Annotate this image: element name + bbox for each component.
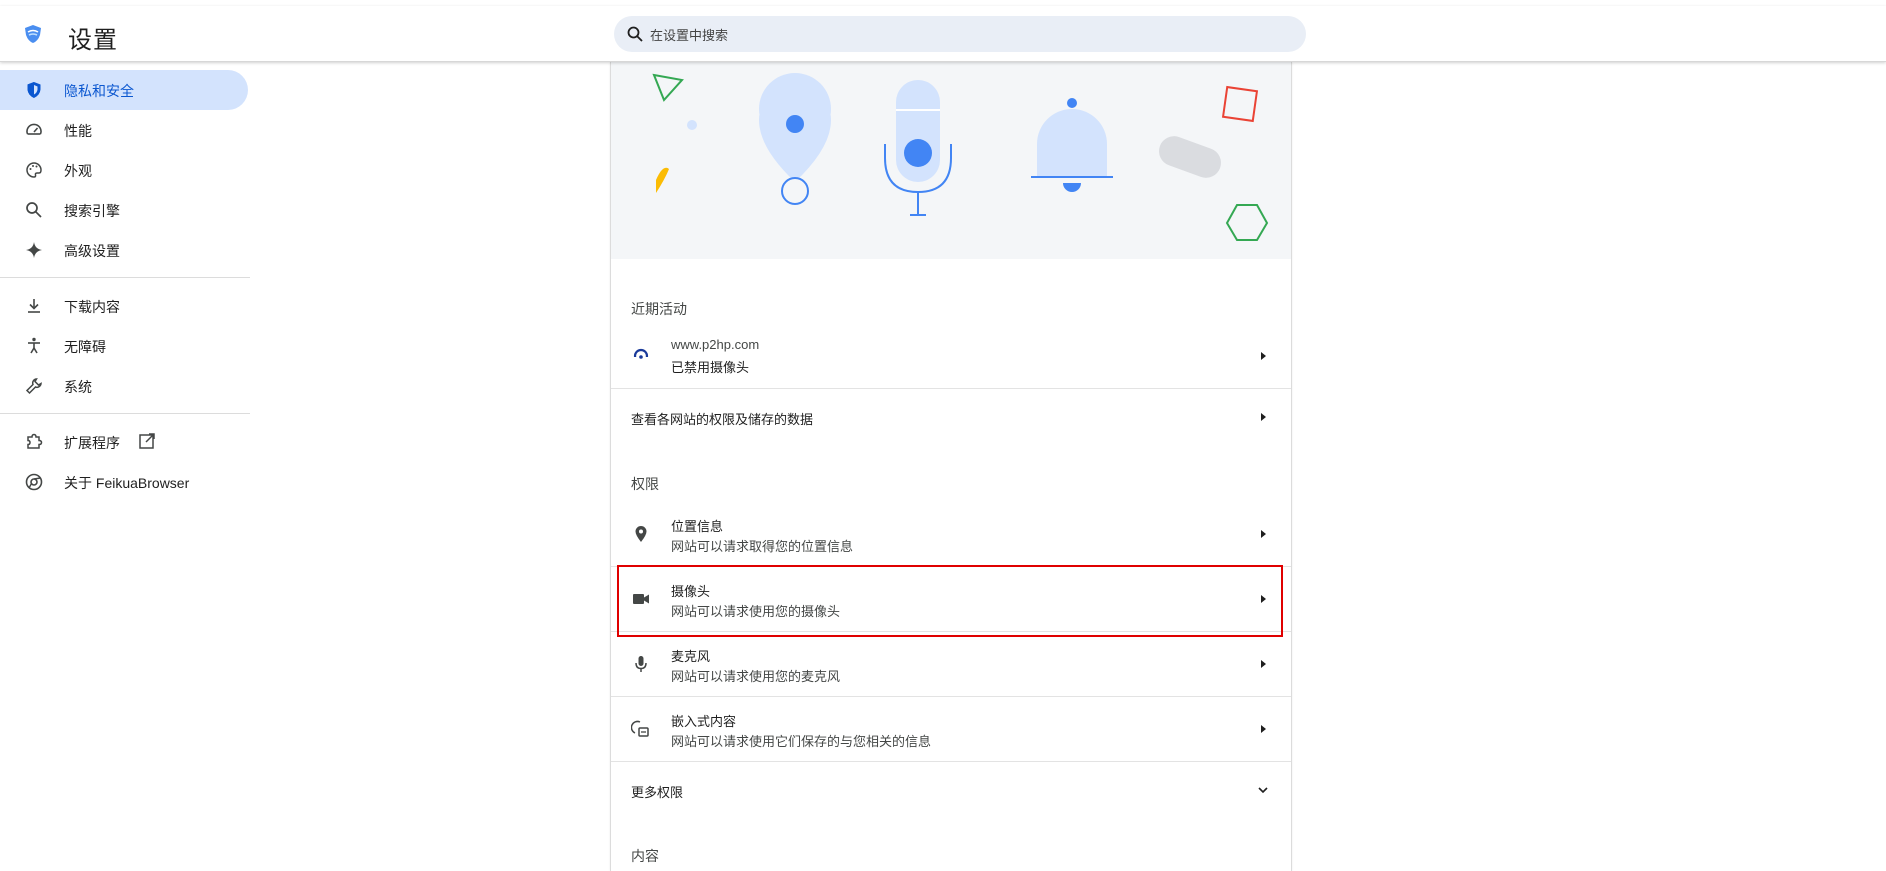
site-favicon-icon [633, 348, 649, 364]
sidebar-item-performance[interactable]: 性能 [0, 110, 248, 150]
sidebar-item-label: 高级设置 [64, 243, 120, 259]
arrow-right-icon [1261, 725, 1266, 733]
sidebar-item-label: 外观 [64, 163, 92, 179]
search-input[interactable] [648, 16, 1292, 54]
shield-icon [27, 82, 41, 98]
sidebar-item-label: 搜索引擎 [64, 203, 120, 219]
sidebar-item-accessibility[interactable]: 无障碍 [0, 326, 248, 366]
embedded-content-icon [631, 720, 649, 737]
sidebar-divider [0, 277, 250, 278]
permission-title: 摄像头 [671, 584, 711, 599]
permission-subtitle: 网站可以请求使用您的摄像头 [671, 604, 841, 619]
permissions-heading: 权限 [631, 476, 659, 492]
download-icon [28, 299, 40, 313]
arrow-right-icon [1261, 352, 1266, 360]
sidebar-item-label: 关于 FeikuaBrowser [64, 475, 190, 491]
sidebar-item-system[interactable]: 系统 [0, 366, 248, 406]
more-permissions-row[interactable]: 更多权限 [611, 762, 1291, 818]
sidebar-item-about[interactable]: 关于 FeikuaBrowser [0, 462, 248, 502]
all-sites-label: 查看各网站的权限及储存的数据 [631, 412, 814, 427]
recent-site-status: 已禁用摄像头 [671, 360, 750, 375]
permission-row-microphone[interactable]: 麦克风 网站可以请求使用您的麦克风 [611, 632, 1291, 696]
arrow-right-icon [1261, 660, 1266, 668]
arrow-right-icon [1261, 413, 1266, 421]
external-link-icon [139, 433, 155, 449]
palette-icon [26, 162, 42, 178]
sidebar-item-label: 性能 [64, 123, 92, 139]
sidebar-item-search-engine[interactable]: 搜索引擎 [0, 190, 248, 230]
permission-subtitle: 网站可以请求使用它们保存的与您相关的信息 [671, 734, 932, 749]
permission-title: 麦克风 [671, 649, 711, 664]
privacy-site-settings-panel: 近期活动 www.p2hp.com 已禁用摄像头 查看各网站的权限及储存的数据 … [610, 62, 1292, 871]
search-icon [26, 202, 42, 218]
accessibility-icon [28, 337, 40, 354]
all-sites-row[interactable]: 查看各网站的权限及储存的数据 [611, 389, 1291, 445]
camera-icon [633, 594, 649, 604]
sidebar-nav: 隐私和安全 性能 外观 搜索引擎 高级设置 下载内容 无障碍 系统 扩展程序 关… [0, 62, 250, 871]
more-permissions-label: 更多权限 [631, 785, 684, 800]
sidebar-item-label: 扩展程序 [64, 435, 120, 451]
permission-title: 嵌入式内容 [671, 714, 737, 729]
page-title: 设置 [68, 27, 118, 54]
sidebar-item-label: 隐私和安全 [64, 83, 134, 99]
arrow-right-icon [1261, 595, 1266, 603]
recent-activity-heading: 近期活动 [631, 301, 687, 317]
speedometer-icon [26, 123, 42, 135]
search-icon [627, 26, 643, 42]
sidebar-divider [0, 413, 250, 414]
location-pin-icon [635, 526, 647, 542]
browser-logo-icon [25, 473, 43, 491]
permission-row-embedded-content[interactable]: 嵌入式内容 网站可以请求使用它们保存的与您相关的信息 [611, 697, 1291, 761]
permission-row-location[interactable]: 位置信息 网站可以请求取得您的位置信息 [611, 502, 1291, 566]
arrow-right-icon [1261, 530, 1266, 538]
sidebar-item-privacy-security[interactable]: 隐私和安全 [0, 70, 248, 110]
sidebar-item-label: 下载内容 [64, 299, 120, 315]
microphone-icon [635, 656, 647, 672]
chevron-down-icon [1258, 787, 1268, 794]
permission-subtitle: 网站可以请求使用您的麦克风 [671, 669, 841, 684]
browser-logo-icon [25, 25, 41, 43]
wrench-icon [25, 378, 42, 395]
sparkle-icon [26, 242, 42, 258]
puzzle-icon [27, 433, 43, 449]
permissions-illustration [611, 62, 1291, 259]
permission-subtitle: 网站可以请求取得您的位置信息 [671, 539, 854, 554]
settings-search-bar[interactable] [614, 16, 1306, 54]
permission-row-camera[interactable]: 摄像头 网站可以请求使用您的摄像头 [611, 567, 1291, 631]
settings-header: 设置 [0, 6, 1886, 62]
sidebar-item-downloads[interactable]: 下载内容 [0, 286, 248, 326]
content-heading: 内容 [631, 848, 659, 864]
sidebar-item-label: 系统 [64, 379, 92, 395]
sidebar-item-appearance[interactable]: 外观 [0, 150, 248, 190]
sidebar-item-advanced[interactable]: 高级设置 [0, 230, 248, 270]
permission-title: 位置信息 [671, 519, 724, 534]
sidebar-item-label: 无障碍 [64, 339, 106, 355]
sidebar-item-extensions[interactable]: 扩展程序 [0, 422, 248, 462]
recent-site-row[interactable]: www.p2hp.com 已禁用摄像头 [611, 324, 1291, 388]
recent-site-url: www.p2hp.com [671, 337, 760, 352]
